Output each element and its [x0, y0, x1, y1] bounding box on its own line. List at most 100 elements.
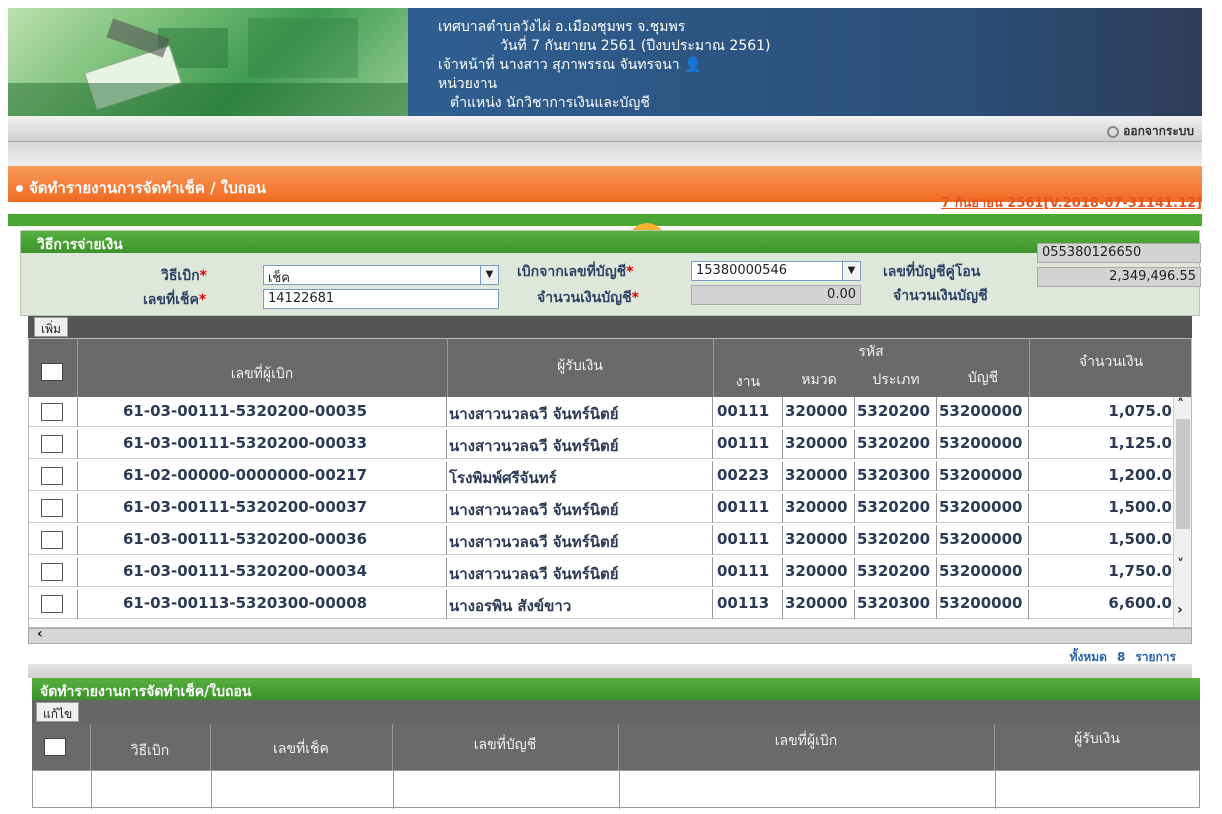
cell-job: 00111 — [713, 397, 783, 427]
col-requester-no[interactable]: เลขที่ผู้เบิก — [618, 730, 994, 752]
cell-payee: นางสาวนวลฉวี จันทร์นิตย์ — [447, 493, 713, 523]
scroll-thumb[interactable] — [1176, 419, 1190, 529]
cell-payee: นางอรพิน สังข์ขาว — [447, 589, 713, 619]
chevron-right-icon[interactable]: › — [1177, 602, 1183, 618]
power-icon — [1107, 125, 1120, 138]
cell-no: 61-02-00000-0000000-00217 — [77, 461, 447, 491]
cell-acc: 53200000 — [937, 461, 1029, 491]
logout-button[interactable]: ออกจากระบบ — [1107, 122, 1194, 141]
col-payee[interactable]: ผู้รับเงิน — [994, 728, 1200, 750]
cell-amt: 1,200.0 — [1029, 461, 1175, 491]
table-row[interactable]: 61-02-00000-0000000-00217 โรงพิมพ์ศรีจันท… — [29, 461, 1191, 491]
spacer — [8, 142, 1202, 166]
current-date: วันที่ 7 กันยายน 2561 (ปีงบประมาณ 2561) — [500, 38, 771, 54]
chevron-down-icon[interactable]: ▼ — [842, 262, 860, 280]
spacer — [28, 664, 1192, 678]
table-row[interactable]: 61-03-00111-5320200-00034 นางสาวนวลฉวี จั… — [29, 557, 1191, 587]
logout-bar: ออกจากระบบ — [8, 116, 1202, 142]
cell-job: 00223 — [713, 461, 783, 491]
grid-header: เลขที่ผู้เบิก ผู้รับเงิน รหัส งาน หมวด ป… — [29, 339, 1191, 397]
cell-cat: 320000 — [783, 429, 855, 459]
table-row[interactable]: 61-03-00111-5320200-00037 นางสาวนวลฉวี จั… — [29, 493, 1191, 523]
cell-acc: 53200000 — [937, 429, 1029, 459]
cell-cat: 320000 — [783, 493, 855, 523]
row-checkbox[interactable] — [41, 531, 63, 549]
col-amount[interactable]: จำนวนเงิน — [1029, 351, 1191, 373]
chevron-down-icon[interactable]: ˅ — [1177, 557, 1184, 573]
cell-type: 5320200 — [855, 429, 937, 459]
chevron-left-icon[interactable]: ‹ — [37, 626, 43, 642]
cell-no: 61-03-00111-5320200-00033 — [77, 429, 447, 459]
chevron-down-icon[interactable]: ▼ — [480, 266, 498, 284]
row-checkbox[interactable] — [41, 595, 63, 613]
select-all-checkbox[interactable] — [41, 363, 63, 381]
divider — [8, 214, 1202, 226]
row-checkbox[interactable] — [41, 403, 63, 421]
cell-job: 00111 — [713, 525, 783, 555]
cell-amt: 1,500.0 — [1029, 525, 1175, 555]
cell-no: 61-03-00111-5320200-00037 — [77, 493, 447, 523]
col-account[interactable]: บัญชี — [937, 367, 1029, 389]
row-checkbox[interactable] — [41, 467, 63, 485]
cell-amt: 1,500.0 — [1029, 493, 1175, 523]
col-requester-no[interactable]: เลขที่ผู้เบิก — [77, 363, 447, 385]
grid-toolbar: เพิ่ม — [28, 316, 1192, 338]
col-check-no[interactable]: เลขที่เช็ค — [210, 738, 392, 760]
panel-title: วิธีการจ่ายเงิน — [21, 231, 1199, 253]
col-method[interactable]: วิธีเบิก — [90, 740, 210, 762]
row-checkbox[interactable] — [41, 499, 63, 517]
app-window: เทศบาลตำบลวังไผ่ อ.เมืองชุมพร จ.ชุมพร วั… — [8, 8, 1202, 809]
check-no-label: เลขที่เช็ค* — [143, 292, 207, 308]
org-name: เทศบาลตำบลวังไผ่ อ.เมืองชุมพร จ.ชุมพร — [438, 19, 686, 35]
cell-payee: นางสาวนวลฉวี จันทร์นิตย์ — [447, 397, 713, 427]
edit-button[interactable]: แก้ไข — [36, 702, 80, 722]
col-category[interactable]: หมวด — [783, 369, 855, 391]
col-job[interactable]: งาน — [713, 371, 783, 393]
method-select[interactable]: เช็ค ▼ — [263, 265, 499, 286]
from-account-label: เบิกจากเลขที่บัญชี* — [517, 264, 634, 280]
select-all-checkbox[interactable] — [44, 738, 66, 756]
table-row[interactable]: 61-03-00111-5320200-00036 นางสาวนวลฉวี จั… — [29, 525, 1191, 555]
cell-acc: 53200000 — [937, 525, 1029, 555]
cell-payee: นางสาวนวลฉวี จันทร์นิตย์ — [447, 525, 713, 555]
cell-amt: 1,075.0 — [1029, 397, 1175, 427]
cell-acc: 53200000 — [937, 493, 1029, 523]
add-button[interactable]: เพิ่ม — [34, 317, 68, 337]
requisition-grid: เลขที่ผู้เบิก ผู้รับเงิน รหัส งาน หมวด ป… — [28, 338, 1192, 628]
cell-type: 5320200 — [855, 557, 937, 587]
horizontal-scrollbar[interactable]: ‹ — [28, 626, 1192, 644]
check-no-input[interactable]: 14122681 — [263, 289, 499, 309]
cell-type: 5320300 — [855, 589, 937, 619]
cell-amt: 6,600.0 — [1029, 589, 1175, 619]
col-account-no[interactable]: เลขที่บัญชี — [392, 734, 618, 756]
cell-no: 61-03-00111-5320200-00036 — [77, 525, 447, 555]
cell-acc: 53200000 — [937, 557, 1029, 587]
row-checkbox[interactable] — [41, 563, 63, 581]
cell-job: 00111 — [713, 493, 783, 523]
unit-label: หน่วยงาน — [438, 76, 498, 92]
cell-acc: 53200000 — [937, 589, 1029, 619]
transfer-account-label: เลขที่บัญชีคู่โอน — [883, 264, 981, 280]
table-row[interactable]: 61-03-00111-5320200-00035 นางสาวนวลฉวี จั… — [29, 397, 1191, 427]
vertical-scrollbar[interactable]: ˄ ˅ › — [1173, 397, 1191, 627]
row-checkbox[interactable] — [41, 435, 63, 453]
col-payee[interactable]: ผู้รับเงิน — [447, 355, 713, 377]
col-type[interactable]: ประเภท — [855, 369, 937, 391]
payment-method-panel: วิธีการจ่ายเงิน วิธีเบิก* เช็ค ▼ เลขที่เ… — [20, 230, 1201, 316]
cell-type: 5320300 — [855, 461, 937, 491]
page-title: จัดทำรายงานการจัดทำเช็ค / ใบถอน — [29, 179, 266, 197]
cell-cat: 320000 — [783, 397, 855, 427]
transfer-account-field: 055380126650 — [1037, 243, 1201, 263]
cell-payee: นางสาวนวลฉวี จันทร์นิตย์ — [447, 557, 713, 587]
cell-no: 61-03-00113-5320300-00008 — [77, 589, 447, 619]
date-version-link[interactable]: 7 กันยายน 2561[V.2018-07-31141.12] — [941, 192, 1202, 213]
transfer-amount-field: 2,349,496.55 — [1037, 267, 1201, 287]
table-row[interactable]: 61-03-00111-5320200-00033 นางสาวนวลฉวี จั… — [29, 429, 1191, 459]
table-row[interactable]: 61-03-00113-5320300-00008 นางอรพิน สังข์ข… — [29, 589, 1191, 619]
bullet-icon — [16, 185, 23, 192]
cell-type: 5320200 — [855, 493, 937, 523]
chevron-up-icon[interactable]: ˄ — [1177, 397, 1184, 413]
cell-job: 00111 — [713, 557, 783, 587]
from-account-select[interactable]: 15380000546 ▼ — [691, 261, 861, 281]
report-section-title: จัดทำรายงานการจัดทำเช็ค/ใบถอน — [32, 678, 1200, 700]
